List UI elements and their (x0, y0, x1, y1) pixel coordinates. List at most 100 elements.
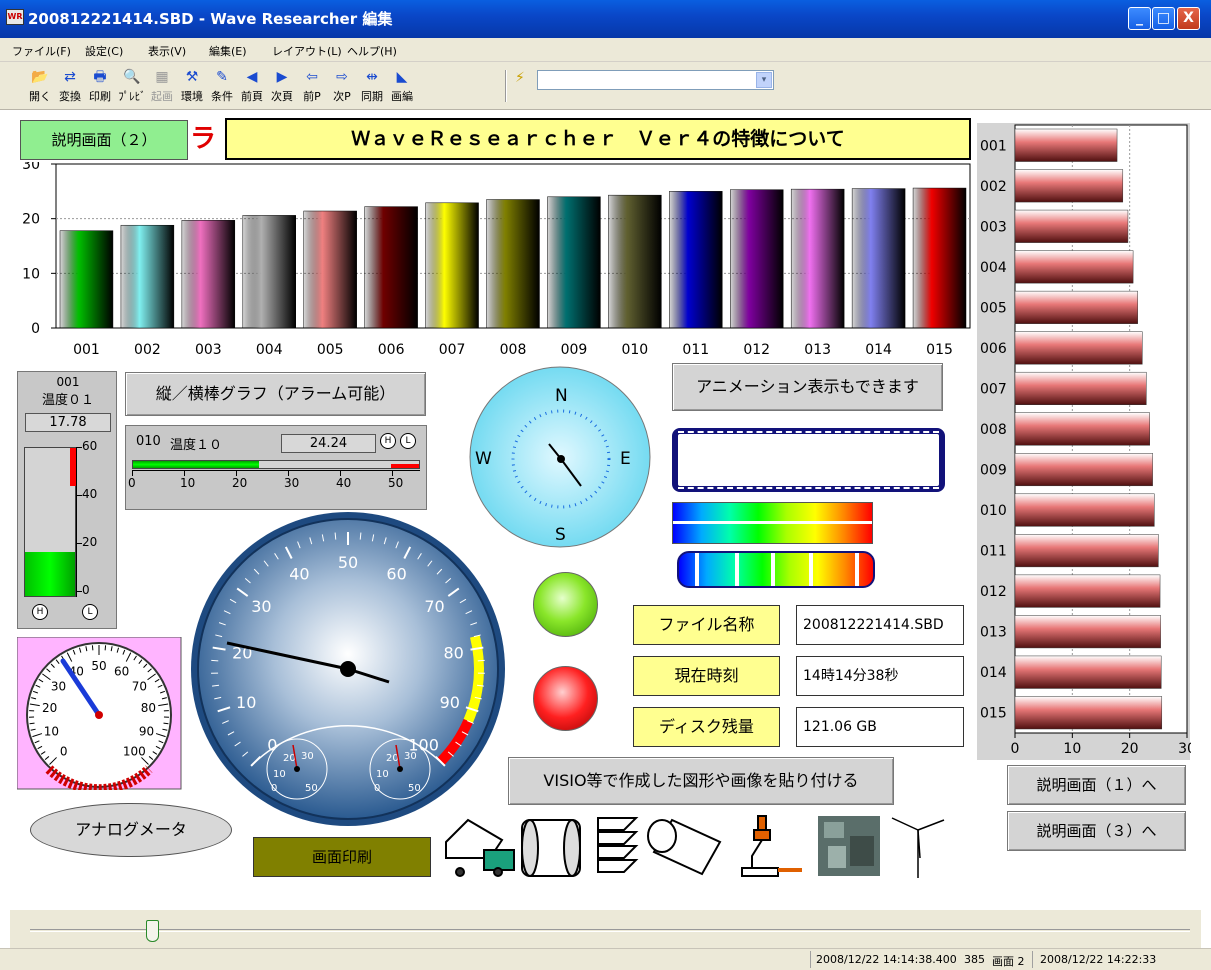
vchart-ytick-3: 0 (31, 321, 40, 337)
hchart-ytick-14: 015 (980, 706, 1007, 722)
partial-title: ラ (190, 124, 217, 154)
toolbar-button-11[interactable]: ⇹ 同期 (360, 64, 384, 108)
maximize-button[interactable]: □ (1152, 7, 1175, 30)
toolbar-icon-8: ▶ (276, 69, 288, 85)
info-key-1: 現在時刻 (633, 656, 780, 696)
toolbar-button-8[interactable]: ▶ 次頁 (270, 64, 294, 108)
toolbar-icon-5: ⚒ (185, 69, 199, 85)
chevron-down-icon[interactable]: ▾ (756, 72, 772, 88)
hchart-bar-003 (1014, 209, 1129, 243)
toolbar-label-4: 起画 (151, 90, 173, 103)
toolbar-button-5[interactable]: ⚒ 環境 (180, 64, 204, 108)
hchart-bar-007 (1014, 371, 1147, 405)
hchart-bar-012 (1014, 574, 1161, 608)
hchart-ytick-6: 007 (980, 381, 1007, 397)
vchart-xtick-6: 007 (439, 342, 466, 358)
toolbar-button-7[interactable]: ◀ 前頁 (240, 64, 264, 108)
toolbar-label-10: 次P (333, 90, 351, 103)
pink-meter-label-8: 80 (141, 701, 156, 715)
hchart-ytick-10: 011 (980, 544, 1007, 560)
wind-turbine-icon (891, 817, 945, 878)
pink-meter-label-6: 60 (114, 664, 129, 678)
hchart-ytick-12: 013 (980, 625, 1007, 641)
vchart-bar-005 (303, 210, 357, 329)
vgauge-axis (76, 447, 77, 597)
toolbar-button-10[interactable]: ⇨ 次P (330, 64, 354, 108)
vchart-ytick-1: 20 (22, 212, 40, 228)
time-slider-track[interactable] (30, 929, 1190, 932)
hchart-ytick-3: 004 (980, 260, 1007, 276)
toolbar-button-6[interactable]: ✎ 条件 (210, 64, 234, 108)
pink-meter-label-9: 90 (139, 724, 154, 738)
menu-edit[interactable]: 編集(E) (209, 43, 247, 59)
compass-n: N (555, 386, 568, 406)
small-dial-label: 20 (386, 753, 399, 764)
toolbar-button-9[interactable]: ⇦ 前P (300, 64, 324, 108)
menu-layout[interactable]: レイアウト(L) (272, 43, 342, 59)
print-screen-button[interactable]: 画面印刷 (253, 837, 431, 877)
small-dial-label: 10 (376, 769, 389, 780)
toolbar-button-12[interactable]: ◣ 画編 (390, 64, 414, 108)
vchart-bar-010 (608, 194, 662, 329)
hgauge-alarm-band (391, 464, 419, 468)
time-slider-area (10, 910, 1201, 948)
status-bar: 2008/12/22 14:14:38.400 385 画面 2 2008/12… (0, 948, 1211, 970)
stacked-layers-icon (597, 817, 639, 873)
toolbar-button-2[interactable]: 🖶 印刷 (88, 64, 112, 108)
toolbar-label-8: 次頁 (271, 90, 293, 103)
vchart-xtick-11: 012 (743, 342, 770, 358)
vchart-xtick-12: 013 (804, 342, 831, 358)
status-time-2: 2008/12/22 14:22:33 (1040, 953, 1157, 966)
menu-file[interactable]: ファイル(F) (12, 43, 71, 59)
hchart-ytick-13: 014 (980, 665, 1007, 681)
pink-analog-meter: 010203040 50 60708090100 (17, 637, 182, 790)
hchart-ytick-7: 008 (980, 422, 1007, 438)
hchart-xtick-1: 10 (1063, 741, 1081, 757)
vchart-xtick-14: 015 (926, 342, 953, 358)
toolbar-label-2: 印刷 (89, 90, 111, 103)
vchart-bar-008 (486, 199, 540, 329)
vgauge-tick-label: 0 (82, 583, 90, 597)
big-meter-label-7: 70 (424, 597, 444, 616)
small-dial-label: 0 (374, 783, 380, 794)
info-key-0: ファイル名称 (633, 605, 780, 645)
title-bar[interactable]: WR 200812221414.SBD - Wave Researcher 編集… (0, 0, 1211, 38)
time-slider-thumb[interactable] (146, 920, 159, 942)
animation-frame-dash-top (678, 431, 939, 433)
animation-label: アニメーション表示もできます (672, 363, 943, 411)
big-meter-tick (359, 532, 362, 540)
vgauge-tick-label: 40 (82, 487, 98, 501)
hchart-xtick-3: 30 (1178, 741, 1191, 757)
explain-screen-2-button[interactable]: 説明画面（２） (20, 120, 188, 160)
vchart-xtick-5: 006 (378, 342, 405, 358)
info-value-1: 14時14分38秒 (796, 656, 964, 696)
toolbar-separator (505, 70, 507, 102)
big-meter-tick (334, 532, 337, 540)
close-button[interactable]: X (1177, 7, 1200, 30)
lightning-icon[interactable]: ⚡ (515, 70, 525, 86)
hgauge-value: 24.24 (281, 434, 376, 453)
menu-settings[interactable]: 設定(C) (85, 43, 123, 59)
goto-explain-3-button[interactable]: 説明画面（３）へ (1007, 811, 1186, 851)
toolbar-button-0[interactable]: 📂 開く (28, 64, 52, 108)
vgauge-h-indicator: H (32, 604, 48, 620)
vchart-bar-013 (790, 188, 845, 329)
bar-chart-label: 縦／横棒グラフ（アラーム可能） (125, 372, 426, 416)
app-icon[interactable]: WR (6, 9, 24, 25)
toolbar-button-1[interactable]: ⇄ 変換 (58, 64, 82, 108)
menu-help[interactable]: ヘルプ(H) (347, 43, 397, 59)
goto-explain-1-button[interactable]: 説明画面（１）へ (1007, 765, 1186, 805)
small-dial-label: 20 (283, 753, 296, 764)
toolbar-icon-9: ⇦ (306, 69, 318, 85)
toolbar-combo[interactable]: ▾ (537, 70, 774, 90)
minimize-button[interactable]: _ (1128, 7, 1151, 30)
toolbar-icon-4: ▦ (155, 69, 169, 85)
menu-view[interactable]: 表示(V) (148, 43, 186, 59)
hchart-xtick-0: 0 (1011, 741, 1020, 757)
vchart-xtick-3: 004 (256, 342, 283, 358)
vchart-xtick-9: 010 (621, 342, 648, 358)
toolbar-button-3[interactable]: 🔍 ﾌﾟﾚﾋﾞ (118, 64, 146, 108)
hchart-bar-015 (1014, 696, 1163, 730)
big-meter-label-3: 30 (251, 597, 271, 616)
hchart-bar-008 (1014, 412, 1150, 446)
